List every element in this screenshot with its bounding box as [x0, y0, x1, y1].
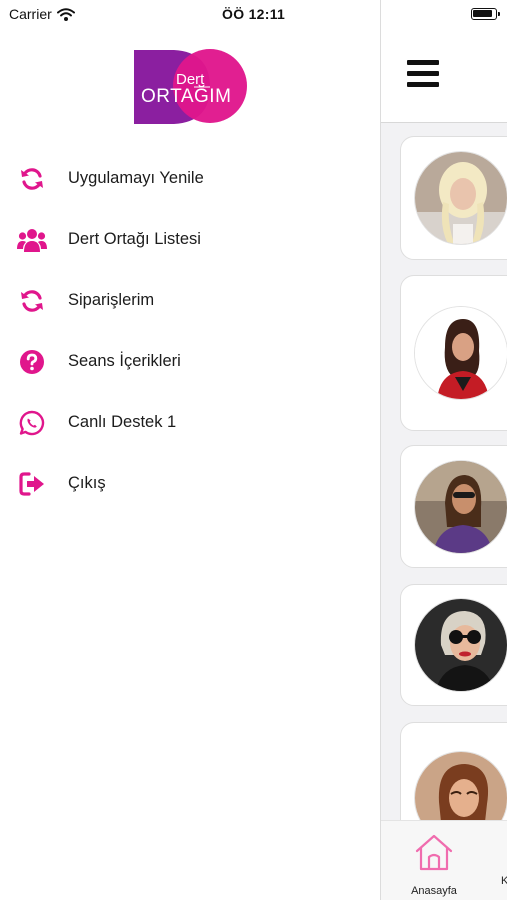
- question-circle-icon: [17, 347, 47, 377]
- tab-home-label: Anasayfa: [411, 885, 457, 897]
- refresh-icon: [17, 286, 47, 316]
- main-header: [381, 0, 507, 123]
- brand-logo: Dert ORTAĞIM: [132, 48, 250, 126]
- counselor-avatar: [414, 460, 507, 554]
- side-drawer: Carrier ÖÖ 12:11 Dert ORTAĞIM Uygulamayı…: [0, 0, 380, 900]
- battery-icon: [471, 8, 500, 20]
- drawer-menu: Uygulamayı Yenile Dert Ortağı Listesi Si…: [0, 148, 380, 514]
- menu-item-orders[interactable]: Siparişlerim: [0, 270, 380, 331]
- refresh-icon: [17, 164, 47, 194]
- bottom-tab-bar: Anasayfa K: [381, 820, 507, 900]
- tab-home[interactable]: Anasayfa: [405, 831, 463, 897]
- menu-item-label: Dert Ortağı Listesi: [68, 230, 201, 248]
- wifi-icon: [56, 7, 75, 21]
- status-time: ÖÖ 12:11: [222, 6, 286, 22]
- hamburger-menu-icon[interactable]: [407, 60, 439, 88]
- menu-item-counselor-list[interactable]: Dert Ortağı Listesi: [0, 209, 380, 270]
- home-icon: [415, 834, 453, 871]
- menu-item-label: Çıkış: [68, 474, 106, 492]
- users-icon: [17, 225, 47, 255]
- counselor-card[interactable]: [400, 584, 507, 706]
- main-content: Anasayfa K: [380, 0, 507, 900]
- counselor-avatar: [414, 598, 507, 692]
- menu-item-session-contents[interactable]: Seans İçerikleri: [0, 331, 380, 392]
- menu-item-logout[interactable]: Çıkış: [0, 453, 380, 514]
- svg-text:ORTAĞIM: ORTAĞIM: [141, 85, 231, 107]
- app-screen: Anasayfa K Carrier ÖÖ 12:11 Dert ORTAĞIM: [0, 0, 507, 900]
- counselor-card[interactable]: [400, 445, 507, 568]
- logout-icon: [17, 469, 47, 499]
- tab-next-label[interactable]: K: [501, 875, 507, 887]
- menu-item-refresh-app[interactable]: Uygulamayı Yenile: [0, 148, 380, 209]
- menu-item-label: Canlı Destek 1: [68, 413, 177, 431]
- menu-item-label: Siparişlerim: [68, 291, 155, 309]
- whatsapp-icon: [17, 408, 47, 438]
- carrier-label: Carrier: [9, 6, 52, 22]
- counselor-card[interactable]: [400, 275, 507, 431]
- counselor-avatar: [414, 151, 507, 245]
- menu-item-live-support[interactable]: Canlı Destek 1: [0, 392, 380, 453]
- menu-item-label: Seans İçerikleri: [68, 352, 181, 370]
- status-bar-left: Carrier: [9, 6, 75, 22]
- menu-item-label: Uygulamayı Yenile: [68, 169, 204, 187]
- counselor-avatar: [414, 306, 507, 400]
- counselor-card[interactable]: [400, 136, 507, 260]
